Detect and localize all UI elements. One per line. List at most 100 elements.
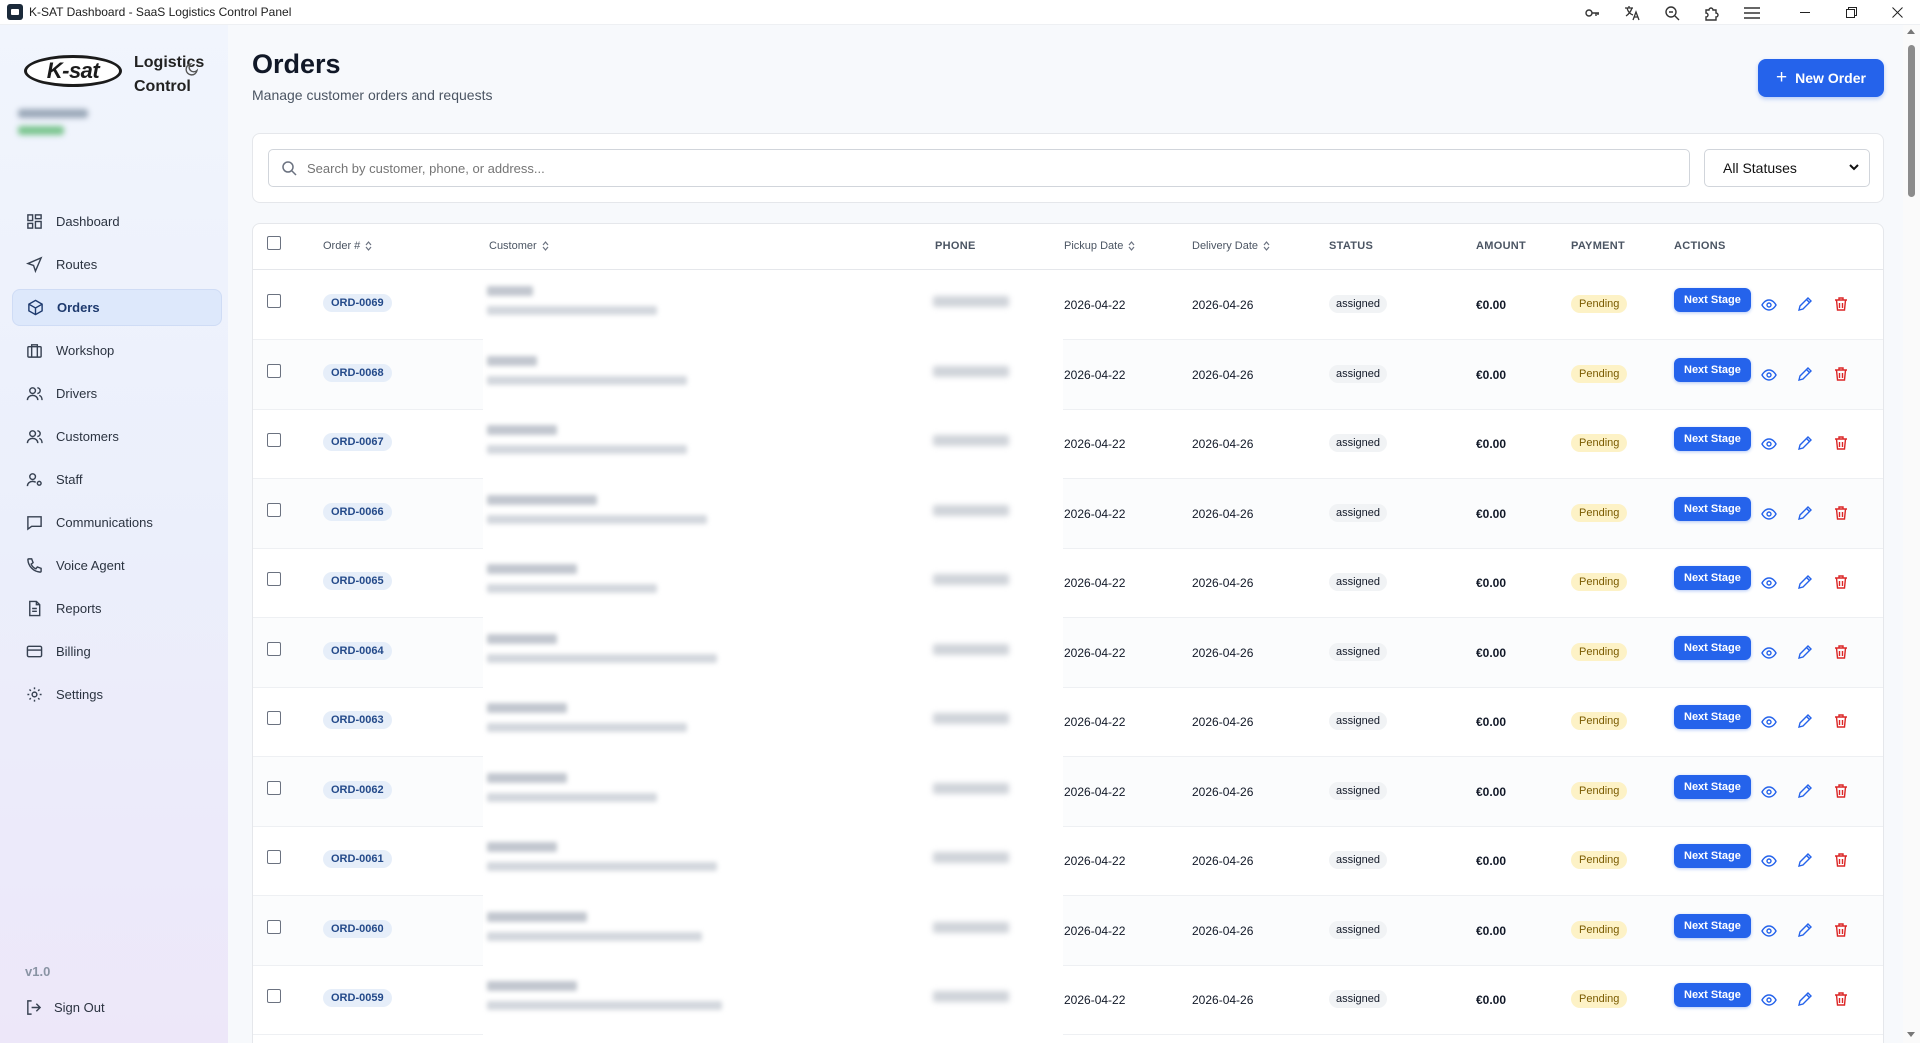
row-checkbox[interactable] (267, 641, 281, 656)
table-row[interactable]: ORD-0064 2026-04-22 2026-04-26 assigned €0.0… (253, 617, 1883, 688)
sidebar-item-drivers[interactable]: Drivers (12, 375, 222, 412)
eye-icon[interactable] (1761, 645, 1777, 664)
status-filter-select[interactable]: All Statuses (1704, 149, 1870, 187)
edit-icon[interactable] (1797, 991, 1813, 1010)
column-delivery-date[interactable]: Delivery Date (1192, 240, 1270, 252)
eye-icon[interactable] (1761, 784, 1777, 803)
delete-icon[interactable] (1833, 783, 1849, 802)
edit-icon[interactable] (1797, 574, 1813, 593)
next-stage-button[interactable]: Next Stage (1674, 566, 1751, 590)
table-row[interactable]: ORD-0062 2026-04-22 2026-04-26 assigned €0.0… (253, 756, 1883, 827)
row-checkbox[interactable] (267, 433, 281, 447)
table-row[interactable]: ORD-0068 2026-04-22 2026-04-26 assigned €0.0… (253, 339, 1883, 410)
edit-icon[interactable] (1797, 435, 1813, 454)
table-row[interactable]: ORD-0063 2026-04-22 2026-04-26 assigned €0.0… (253, 687, 1883, 757)
order-number[interactable]: ORD-0062 (323, 780, 392, 799)
scroll-down-icon[interactable] (1907, 1032, 1915, 1037)
close-icon[interactable] (1874, 0, 1920, 25)
sidebar-item-workshop[interactable]: Workshop (12, 332, 222, 369)
row-checkbox[interactable] (267, 363, 281, 378)
eye-icon[interactable] (1761, 506, 1777, 525)
row-checkbox[interactable] (267, 989, 281, 1003)
sidebar-item-voice-agent[interactable]: Voice Agent (12, 547, 222, 584)
edit-icon[interactable] (1797, 644, 1813, 663)
delete-icon[interactable] (1833, 852, 1849, 871)
table-row[interactable]: ORD-0059 2026-04-22 2026-04-26 assigned €0.0… (253, 965, 1883, 1035)
table-row[interactable]: ORD-0060 2026-04-22 2026-04-26 assigned €0.0… (253, 895, 1883, 966)
minimize-icon[interactable] (1782, 0, 1828, 25)
edit-icon[interactable] (1797, 783, 1813, 802)
extensions-icon[interactable] (1692, 0, 1732, 25)
translate-icon[interactable] (1612, 0, 1652, 25)
page-scrollbar[interactable] (1903, 25, 1920, 1043)
eye-icon[interactable] (1761, 992, 1777, 1011)
edit-icon[interactable] (1797, 296, 1813, 315)
next-stage-button[interactable]: Next Stage (1674, 705, 1751, 729)
edit-icon[interactable] (1797, 366, 1813, 385)
order-number[interactable]: ORD-0069 (323, 294, 392, 312)
order-number[interactable]: ORD-0061 (323, 850, 392, 868)
table-row[interactable]: ORD-0065 2026-04-22 2026-04-26 assigned €0.0… (253, 548, 1883, 618)
row-checkbox[interactable] (267, 850, 281, 864)
theme-toggle-icon[interactable] (184, 61, 200, 77)
eye-icon[interactable] (1761, 367, 1777, 386)
row-checkbox[interactable] (267, 780, 281, 795)
delete-icon[interactable] (1833, 713, 1849, 732)
next-stage-button[interactable]: Next Stage (1674, 844, 1751, 868)
key-icon[interactable] (1572, 0, 1612, 25)
order-number[interactable]: ORD-0060 (323, 919, 392, 938)
delete-icon[interactable] (1833, 644, 1849, 663)
eye-icon[interactable] (1761, 297, 1777, 316)
delete-icon[interactable] (1833, 574, 1849, 593)
eye-icon[interactable] (1761, 436, 1777, 455)
menu-icon[interactable] (1732, 0, 1772, 25)
next-stage-button[interactable]: Next Stage (1674, 427, 1751, 451)
sidebar-item-dashboard[interactable]: Dashboard (12, 203, 222, 240)
row-checkbox[interactable] (267, 711, 281, 725)
table-row[interactable]: ORD-0066 2026-04-22 2026-04-26 assigned €0.0… (253, 478, 1883, 549)
eye-icon[interactable] (1761, 853, 1777, 872)
row-checkbox[interactable] (267, 572, 281, 586)
sidebar-item-customers[interactable]: Customers (12, 418, 222, 455)
row-checkbox[interactable] (267, 919, 281, 934)
table-row[interactable]: ORD-0067 2026-04-22 2026-04-26 assigned €0.0… (253, 409, 1883, 479)
search-box[interactable] (268, 149, 1690, 187)
scroll-thumb[interactable] (1908, 45, 1915, 197)
eye-icon[interactable] (1761, 714, 1777, 733)
row-checkbox[interactable] (267, 294, 281, 308)
delete-icon[interactable] (1833, 296, 1849, 315)
sidebar-item-communications[interactable]: Communications (12, 504, 222, 541)
column-order[interactable]: Order # (323, 240, 372, 252)
row-checkbox[interactable] (267, 502, 281, 517)
sidebar-item-settings[interactable]: Settings (12, 676, 222, 713)
edit-icon[interactable] (1797, 852, 1813, 871)
sidebar-item-staff[interactable]: Staff (12, 461, 222, 498)
sidebar-item-reports[interactable]: Reports (12, 590, 222, 627)
next-stage-button[interactable]: Next Stage (1674, 774, 1751, 799)
eye-icon[interactable] (1761, 575, 1777, 594)
order-number[interactable]: ORD-0059 (323, 989, 392, 1007)
search-input[interactable] (307, 160, 1657, 176)
sidebar-item-routes[interactable]: Routes (12, 246, 222, 283)
order-number[interactable]: ORD-0064 (323, 641, 392, 660)
delete-icon[interactable] (1833, 435, 1849, 454)
edit-icon[interactable] (1797, 713, 1813, 732)
order-number[interactable]: ORD-0063 (323, 711, 392, 729)
sidebar-item-orders[interactable]: Orders (12, 289, 222, 326)
edit-icon[interactable] (1797, 505, 1813, 524)
table-row[interactable]: ORD-0061 2026-04-22 2026-04-26 assigned €0.0… (253, 826, 1883, 896)
next-stage-button[interactable]: Next Stage (1674, 635, 1751, 660)
order-number[interactable]: ORD-0066 (323, 502, 392, 521)
zoom-icon[interactable] (1652, 0, 1692, 25)
delete-icon[interactable] (1833, 366, 1849, 385)
next-stage-button[interactable]: Next Stage (1674, 913, 1751, 938)
column-pickup-date[interactable]: Pickup Date (1064, 240, 1135, 252)
next-stage-button[interactable]: Next Stage (1674, 288, 1751, 312)
next-stage-button[interactable]: Next Stage (1674, 357, 1751, 382)
sidebar-item-billing[interactable]: Billing (12, 633, 222, 670)
scroll-up-icon[interactable] (1907, 29, 1915, 34)
delete-icon[interactable] (1833, 922, 1849, 941)
next-stage-button[interactable]: Next Stage (1674, 983, 1751, 1007)
new-order-button[interactable]: + New Order (1758, 59, 1884, 97)
eye-icon[interactable] (1761, 923, 1777, 942)
